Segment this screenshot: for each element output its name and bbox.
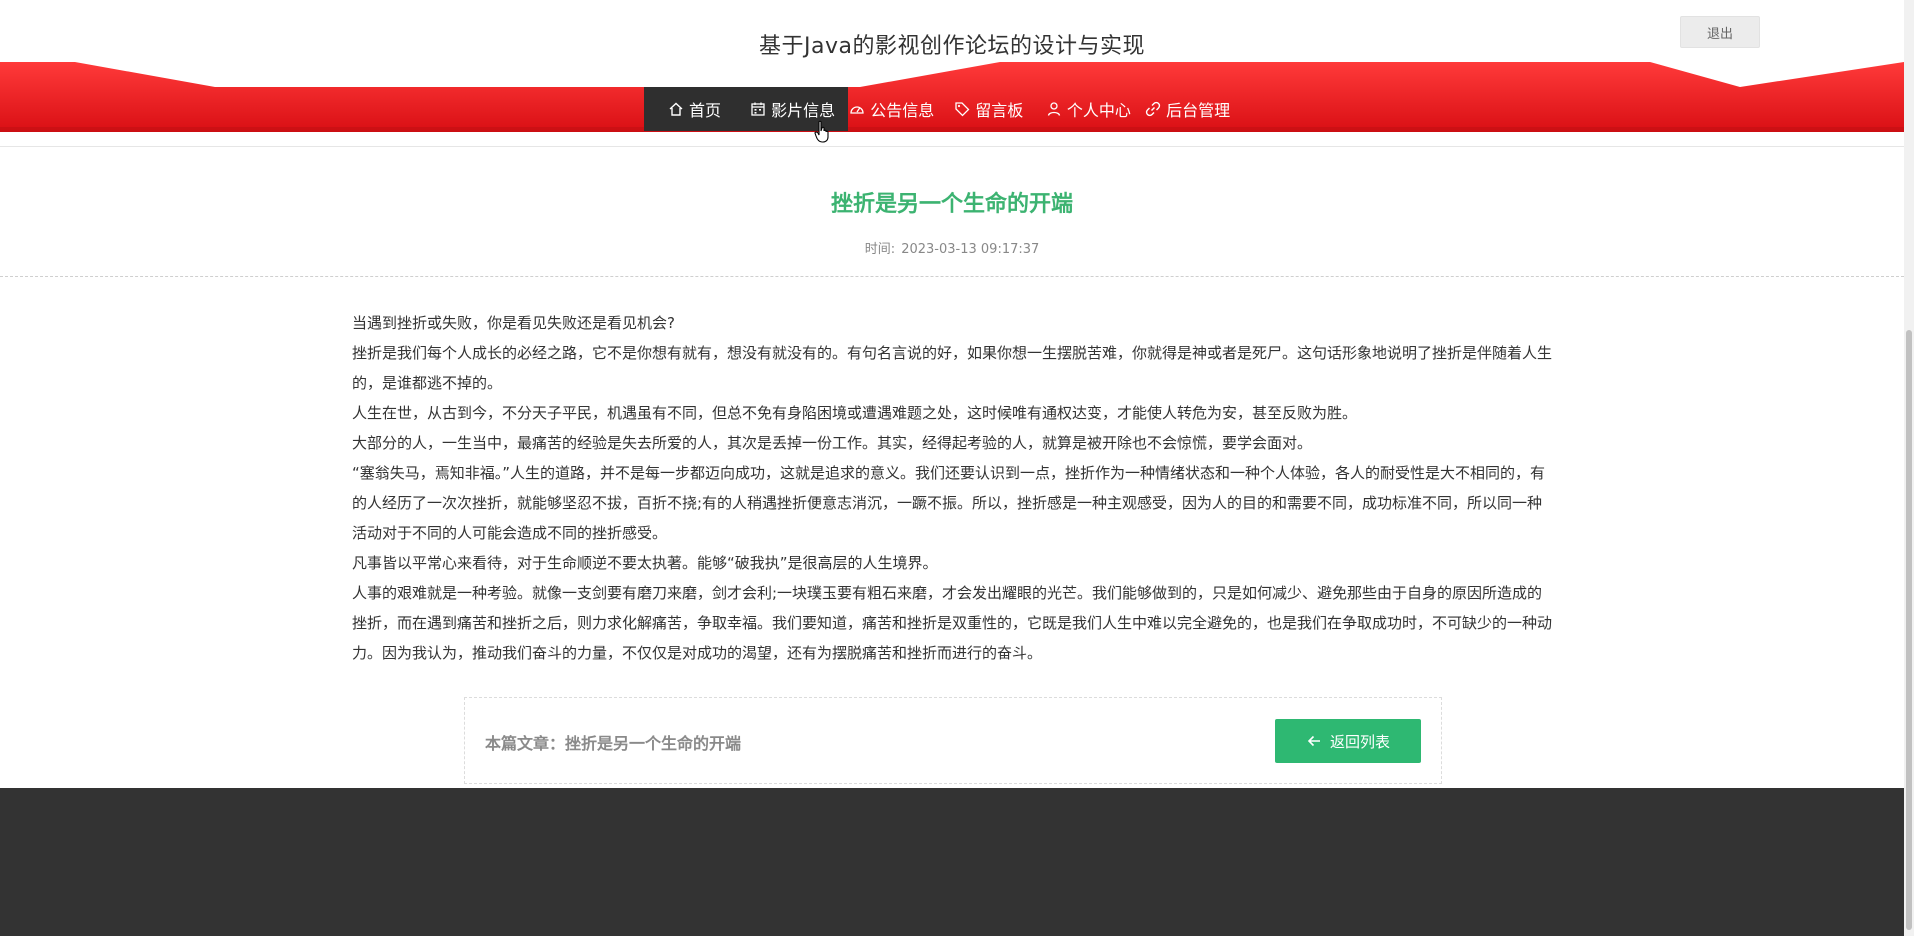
scrollbar-thumb[interactable] (1906, 330, 1912, 930)
tag-icon (955, 102, 970, 117)
dashboard-icon (850, 106, 864, 114)
page-footer (0, 788, 1904, 936)
article-paragraph: 挫折是我们每个人成长的必经之路，它不是你想有就有，想没有就没有的。有句名言说的好… (352, 344, 1553, 392)
logout-button[interactable]: 退出 (1680, 16, 1760, 48)
main-nav: 首页 影片信息 公告信息 留言板 个人中心 后台管理 (644, 87, 1248, 131)
nav-item-home[interactable]: 首页 (666, 87, 748, 131)
article-divider (0, 276, 1904, 277)
article-title: 挫折是另一个生命的开端 (830, 192, 1073, 217)
article-paragraph: 凡事皆以平常心来看待，对于生命顺逆不要太执著。能够“破我执”是很高层的人生境界。 (352, 554, 938, 572)
return-list-label: 返回列表 (1329, 732, 1390, 751)
header-divider (0, 146, 1904, 147)
article-paragraph: 当遇到挫折或失败，你是看见失败还是看见机会? (352, 314, 675, 332)
nav-item-movies[interactable]: 影片信息 (748, 87, 847, 131)
article-paragraph: 人生在世，从古到今，不分天子平民，机遇虽有不同，但总不免有身陷困境或遭遇难题之处… (352, 404, 1358, 422)
nav-label-profile: 个人中心 (1066, 101, 1131, 120)
return-list-button[interactable]: 返回列表 (1275, 719, 1421, 763)
site-title: 基于Java的影视创作论坛的设计与实现 (759, 34, 1145, 59)
user-icon (1047, 102, 1060, 116)
nav-item-message-board[interactable]: 留言板 (952, 87, 1044, 131)
page-scrollbar[interactable] (1904, 0, 1914, 936)
article-time-value: 2023-03-13 09:17:37 (901, 242, 1040, 257)
nav-label-notices: 公告信息 (870, 101, 935, 120)
calendar-icon (751, 102, 765, 116)
nav-label-message-board: 留言板 (975, 101, 1024, 120)
article-time-label: 时间: (864, 242, 896, 257)
article-paragraph: “塞翁失马，焉知非福。”人生的道路，并不是每一步都迈向成功，这就是追求的意义。我… (352, 464, 1546, 542)
nav-label-movies: 影片信息 (771, 101, 836, 120)
nav-item-notices[interactable]: 公告信息 (847, 87, 952, 131)
page: 基于Java的影视创作论坛的设计与实现 退出 首页 影片信息 公告信息 留言板 … (0, 0, 1914, 936)
hand-cursor-icon (814, 120, 829, 143)
article-content: 当遇到挫折或失败，你是看见失败还是看见机会? 挫折是我们每个人成长的必经之路，它… (352, 308, 1556, 668)
nav-item-profile[interactable]: 个人中心 (1044, 87, 1143, 131)
arrow-left-icon (1307, 735, 1320, 747)
article-paragraph: 大部分的人，一生当中，最痛苦的经验是失去所爱的人，其次是丢掉一份工作。其实，经得… (352, 434, 1313, 452)
article-time: 时间: 2023-03-13 09:17:37 (0, 238, 1904, 257)
current-article-label: 本篇文章：挫折是另一个生命的开端 (485, 734, 742, 753)
article-footer-box: 本篇文章：挫折是另一个生命的开端 返回列表 (464, 697, 1442, 784)
header: 基于Java的影视创作论坛的设计与实现 退出 (0, 0, 1904, 62)
nav-label-admin: 后台管理 (1166, 101, 1231, 120)
nav-item-admin[interactable]: 后台管理 (1143, 87, 1248, 131)
article-paragraph: 人事的艰难就是一种考验。就像一支剑要有磨刀来磨，剑才会利;一块璞玉要有粗石来磨，… (352, 584, 1553, 662)
home-icon (669, 102, 683, 116)
link-icon (1145, 101, 1161, 117)
nav-label-home: 首页 (689, 101, 722, 120)
